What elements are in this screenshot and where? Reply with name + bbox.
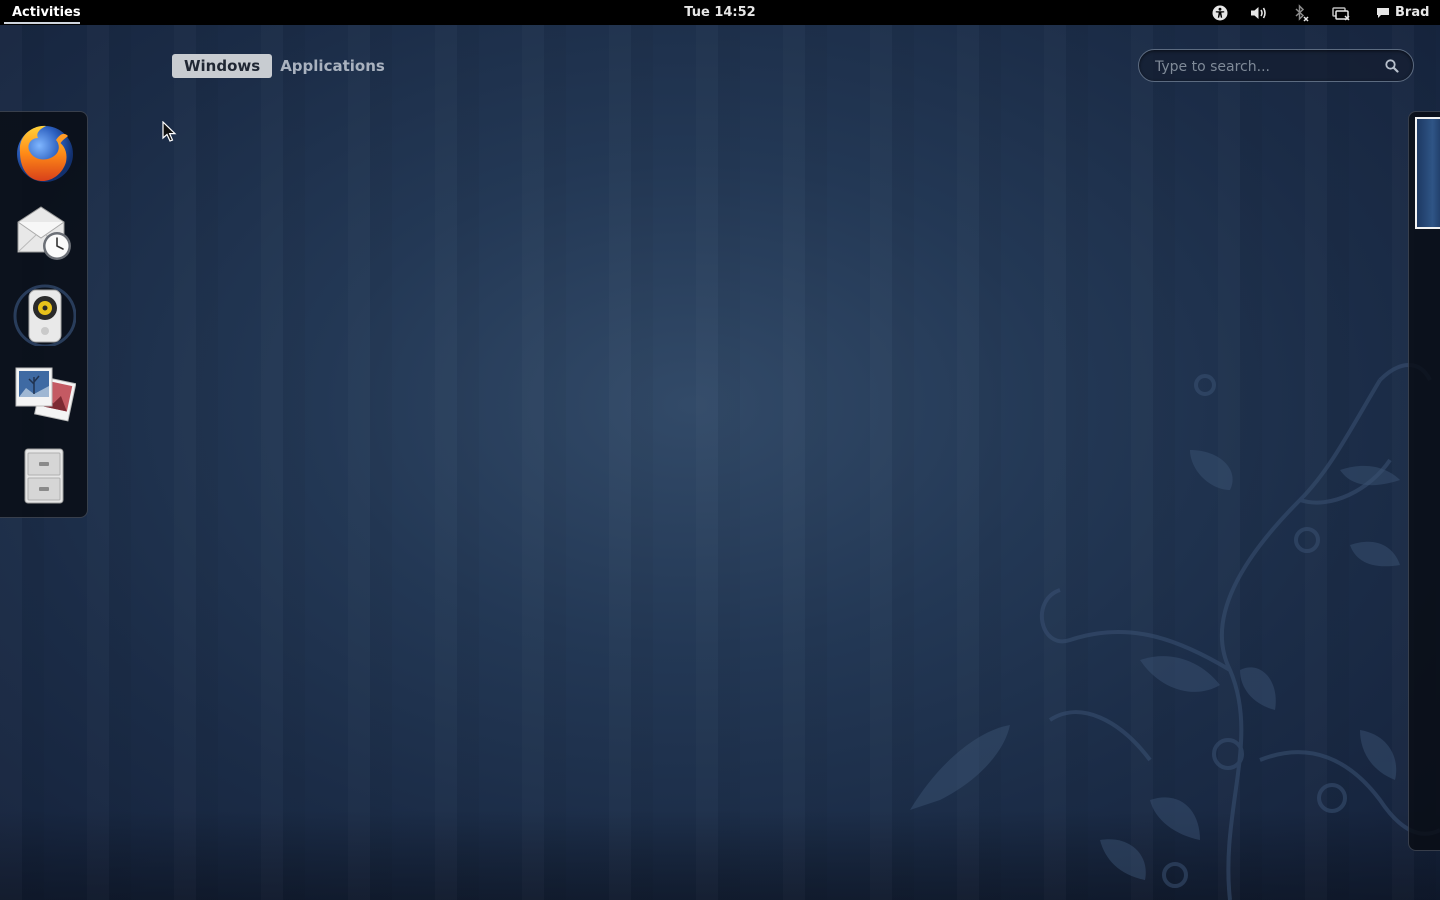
dash-item-firefox[interactable]	[10, 120, 78, 188]
search-input[interactable]	[1153, 50, 1377, 83]
user-menu[interactable]: Brad	[1376, 0, 1429, 25]
wallpaper-floral-decoration	[910, 363, 1440, 900]
user-name: Brad	[1395, 5, 1430, 20]
workspace-thumbnail-active[interactable]	[1415, 117, 1440, 229]
dash-item-rhythmbox[interactable]	[10, 280, 78, 348]
mouse-pointer-icon	[162, 121, 177, 142]
dash-item-files[interactable]	[10, 441, 78, 509]
search-icon	[1385, 59, 1399, 73]
file-cabinet-icon	[24, 448, 64, 504]
volume-icon[interactable]	[1249, 0, 1269, 25]
view-selector: Windows Applications	[172, 54, 385, 78]
dash-item-evolution[interactable]	[10, 200, 78, 268]
clock[interactable]: Tue 14:52	[684, 5, 755, 20]
firefox-icon	[17, 125, 73, 182]
chat-icon	[1377, 7, 1389, 18]
top-bar: Activities Tue 14:52 Brad	[0, 0, 1440, 25]
photos-icon	[15, 367, 76, 422]
display-icon[interactable]	[1330, 0, 1352, 25]
bluetooth-icon[interactable]	[1291, 0, 1311, 25]
tab-windows[interactable]: Windows	[172, 54, 273, 78]
dash-item-shotwell[interactable]	[10, 360, 78, 428]
speaker-icon	[13, 284, 76, 346]
search-box[interactable]	[1138, 49, 1414, 83]
accessibility-icon[interactable]	[1210, 0, 1230, 25]
mail-clock-icon	[17, 206, 71, 260]
activities-active-indicator	[4, 22, 80, 24]
tab-applications[interactable]: Applications	[278, 54, 385, 78]
